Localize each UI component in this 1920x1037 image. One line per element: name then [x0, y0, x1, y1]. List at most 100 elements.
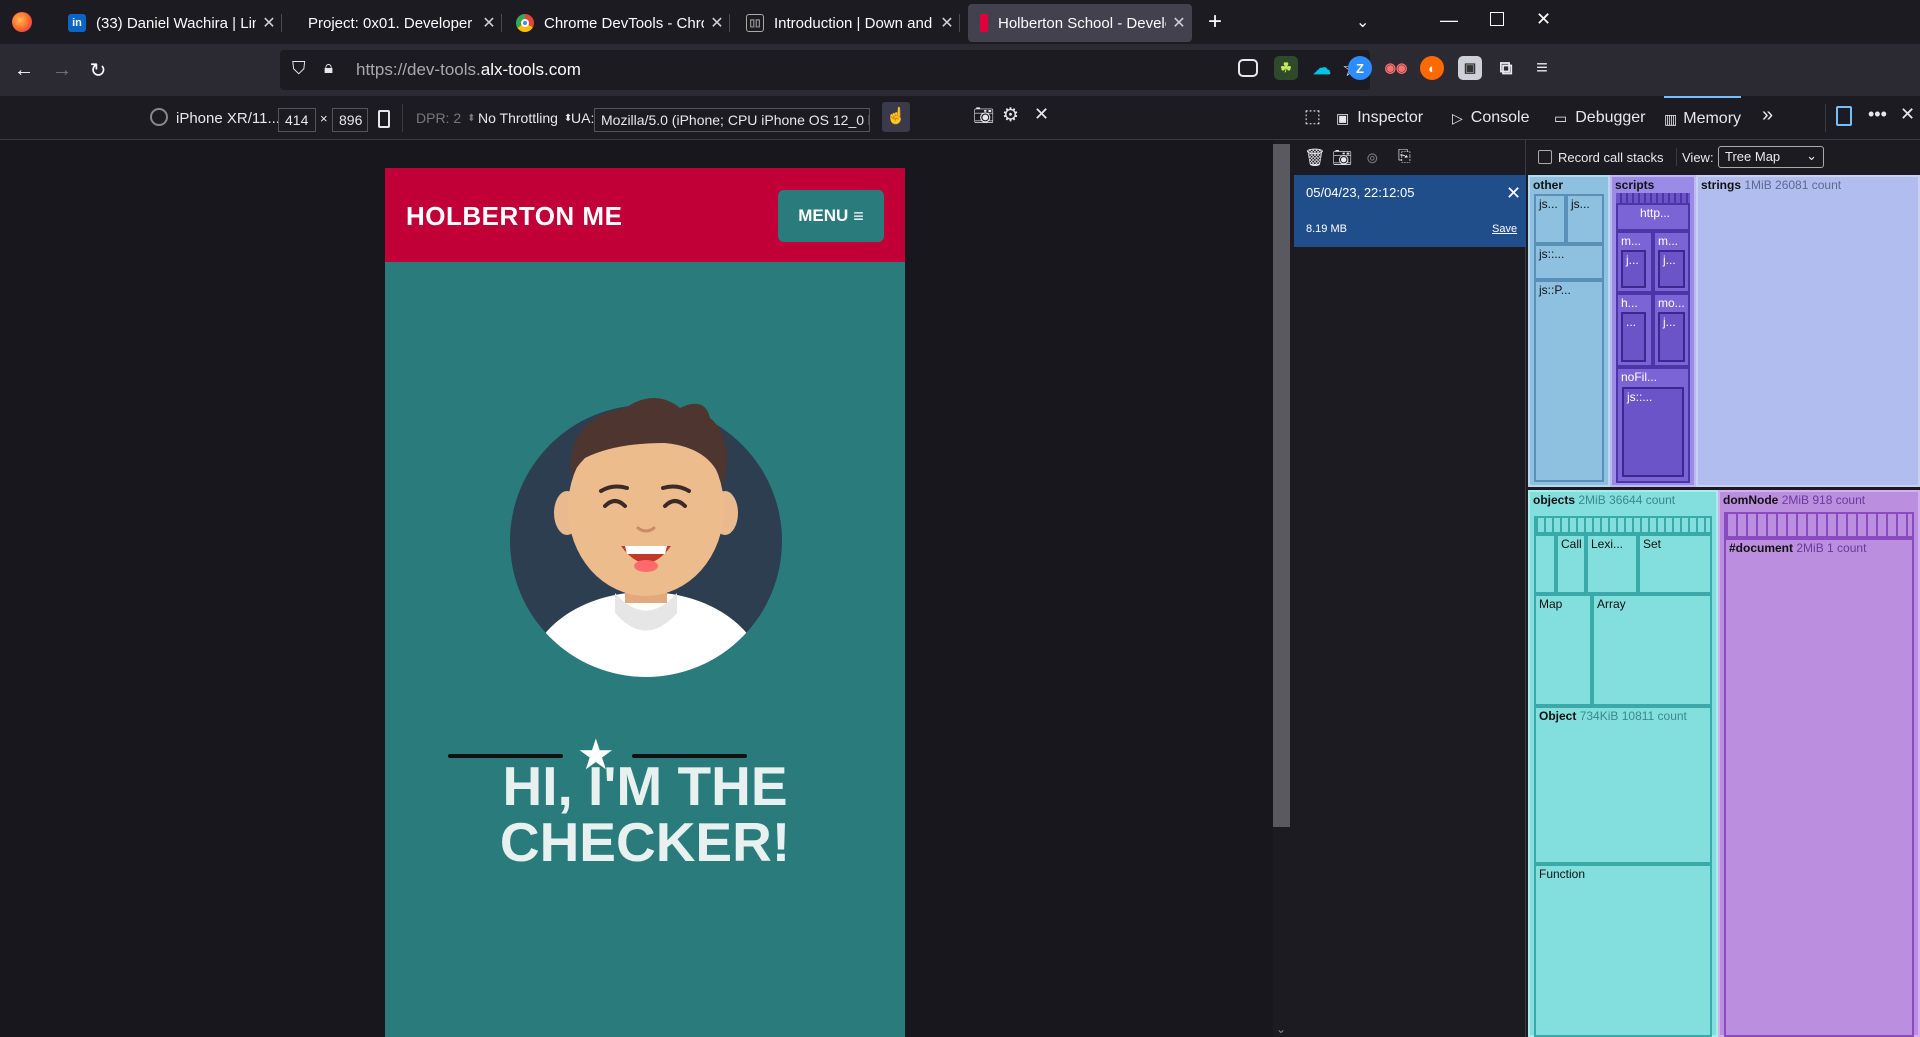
headline-line-2: CHECKER! — [499, 811, 791, 873]
take-snapshot-camera-icon[interactable]: 📷︎ — [1332, 148, 1352, 168]
save-snapshot-link[interactable]: Save — [1492, 223, 1517, 235]
dpr-selector[interactable]: DPR: 2 ⬍ — [416, 104, 476, 132]
treemap-node-map[interactable]: Map — [1534, 594, 1592, 706]
site-header: HOLBERTON ME MENU ≡ — [385, 168, 905, 262]
treemap-node-call[interactable]: Call — [1556, 534, 1586, 594]
new-tab-button[interactable]: + — [1204, 8, 1226, 36]
lock-icon[interactable]: 🔒︎ — [324, 58, 333, 78]
import-snapshot-icon[interactable]: ⎘ — [1398, 148, 1411, 166]
record-call-stacks-checkbox[interactable] — [1538, 150, 1552, 164]
treemap-node[interactable]: js::P... — [1534, 280, 1604, 482]
minimize-icon[interactable]: — — [1440, 10, 1458, 31]
treemap-scripts-small-nodes[interactable] — [1616, 193, 1690, 203]
treemap-strings-meta: 1MiB 26081 count — [1744, 178, 1842, 192]
responsive-mode-icon[interactable] — [1836, 106, 1852, 126]
window-close-icon[interactable]: ✕ — [1536, 9, 1551, 30]
pocket-icon[interactable] — [1238, 59, 1258, 77]
tracking-shield-icon[interactable]: ⛉ — [292, 58, 306, 79]
throttling-label: No Throttling — [478, 110, 558, 126]
treemap-node[interactable]: js... — [1534, 194, 1566, 244]
avatar-illustration — [510, 398, 782, 677]
treemap-document-meta: 2MiB 1 count — [1796, 541, 1867, 555]
snapshot-size: 8.19 MB — [1306, 223, 1347, 235]
view-label: View: — [1682, 150, 1714, 165]
treemap-node-lexi[interactable]: Lexi... — [1586, 534, 1638, 594]
treemap-node[interactable]: http... — [1616, 203, 1690, 231]
list-all-tabs-icon[interactable]: ⌄ — [1356, 12, 1369, 32]
close-rdm-icon[interactable]: ✕ — [1034, 104, 1049, 125]
responsive-design-toolbar: iPhone XR/11... ⬍ 414 × 896 DPR: 2 ⬍ No T… — [0, 96, 1290, 140]
close-icon[interactable]: ✕ — [476, 13, 502, 33]
close-icon[interactable]: ✕ — [934, 13, 960, 33]
rotate-device-icon[interactable] — [378, 110, 390, 128]
throttling-selector[interactable]: No Throttling ⬍ — [478, 104, 572, 132]
hero-headline: HI, I'M THE CHECKER! — [385, 758, 905, 870]
treemap-objects-small-nodes[interactable] — [1534, 516, 1712, 534]
treemap-node[interactable]: j... — [1658, 250, 1685, 288]
scroll-down-icon[interactable]: ⌄ — [1276, 1022, 1286, 1036]
extension-grey-icon[interactable]: ▣ — [1458, 56, 1482, 80]
glasses-extension-icon[interactable]: ◉◉ — [1384, 56, 1408, 80]
cloud-icon[interactable]: ☁ — [1310, 56, 1334, 80]
menu-button[interactable]: MENU ≡ — [778, 190, 884, 242]
more-options-icon[interactable]: ••• — [1868, 104, 1887, 125]
treemap-node[interactable]: js... — [1566, 194, 1604, 244]
extensions-puzzle-icon[interactable]: ⧉ — [1494, 56, 1518, 80]
tab-chrome-devtools[interactable]: Chrome DevTools - Chrome De ✕ — [504, 4, 730, 42]
hamburger-menu-icon[interactable]: ≡ — [1530, 56, 1554, 80]
url-bar[interactable]: ⛉ 🔒︎ https://dev-tools.alx-tools.com ☆ — [280, 50, 1370, 90]
viewport-scrollbar-thumb[interactable] — [1273, 144, 1290, 827]
zoom-icon[interactable]: Z — [1348, 56, 1372, 80]
treemap-node-array[interactable]: Array — [1592, 594, 1712, 706]
treemap-node[interactable]: ... — [1621, 312, 1646, 362]
extension-green-icon[interactable]: ☘ — [1274, 56, 1298, 80]
screenshot-camera-icon[interactable]: 📷︎ — [973, 106, 995, 126]
tab-holberton[interactable]: Holberton School - Developer t ✕ — [968, 4, 1192, 42]
snapshot-item[interactable]: 05/04/23, 22:12:05 ✕ 8.19 MB Save — [1294, 175, 1526, 247]
treemap-node-object[interactable]: Object 734KiB 10811 count — [1534, 706, 1712, 864]
clear-snapshots-trash-icon[interactable]: 🗑︎ — [1304, 148, 1326, 168]
treemap-strings[interactable]: strings 1MiB 26081 count — [1696, 175, 1920, 487]
tab-memory[interactable]: ▥ Memory — [1664, 96, 1742, 140]
viewport-height-input[interactable]: 896 — [332, 108, 368, 132]
treemap-object-meta: 734KiB 10811 count — [1579, 709, 1687, 723]
touch-simulation-icon[interactable]: ☝ — [882, 102, 910, 132]
duckduckgo-icon[interactable]: ◐ — [1420, 56, 1444, 80]
more-tabs-chevron-icon[interactable]: » — [1762, 104, 1773, 127]
treemap-node[interactable]: js::... — [1534, 244, 1604, 280]
user-agent-input[interactable]: Mozilla/5.0 (iPhone; CPU iPhone OS 12_0 … — [594, 108, 870, 132]
close-icon[interactable]: ✕ — [704, 13, 730, 33]
url-text[interactable]: https://dev-tools.alx-tools.com — [356, 60, 581, 80]
tab-introduction[interactable]: ▯▯ Introduction | Down and Dirty w ✕ — [734, 4, 960, 42]
restore-icon[interactable] — [1490, 12, 1504, 26]
treemap-domnode-small-nodes[interactable] — [1724, 512, 1914, 538]
back-icon[interactable]: ← — [8, 54, 40, 86]
tab-linkedin[interactable]: in (33) Daniel Wachira | LinkedIn ✕ — [56, 4, 282, 42]
treemap-node-function[interactable]: Function — [1534, 864, 1712, 1037]
tab-project[interactable]: Project: 0x01. Developer tools | ✕ — [286, 4, 502, 42]
settings-gear-icon[interactable]: ⚙ — [1002, 104, 1019, 127]
device-selector[interactable]: iPhone XR/11... ⬍ — [176, 104, 294, 132]
element-picker-icon[interactable]: ⬚ — [1304, 106, 1321, 127]
diff-snapshots-icon[interactable]: ⊚ — [1366, 149, 1379, 167]
view-select[interactable]: Tree Map ⌄ — [1718, 146, 1824, 168]
firefox-menu-icon[interactable] — [12, 12, 32, 32]
viewport-width-input[interactable]: 414 — [278, 108, 316, 132]
delete-snapshot-icon[interactable]: ✕ — [1506, 183, 1521, 204]
tab-inspector[interactable]: ▣ Inspector — [1336, 96, 1423, 140]
close-devtools-icon[interactable]: ✕ — [1900, 104, 1915, 125]
tab-debugger[interactable]: ▭ Debugger — [1554, 96, 1646, 140]
close-icon[interactable]: ✕ — [256, 13, 282, 33]
site-logo[interactable]: HOLBERTON ME — [406, 201, 622, 232]
treemap-node-document[interactable]: #document 2MiB 1 count — [1724, 538, 1914, 1037]
treemap-node[interactable]: js::... — [1622, 387, 1684, 477]
close-icon[interactable]: ✕ — [1166, 13, 1192, 33]
treemap-node-small[interactable] — [1534, 534, 1556, 594]
treemap-node[interactable]: j... — [1658, 312, 1685, 362]
tab-console[interactable]: ▷ Console — [1452, 96, 1529, 140]
treemap-node-set[interactable]: Set — [1638, 534, 1712, 594]
reload-icon[interactable]: ↻ — [82, 54, 114, 86]
tab-debugger-label: Debugger — [1575, 109, 1646, 126]
treemap-node[interactable]: j... — [1621, 250, 1646, 288]
forward-icon[interactable]: → — [46, 54, 78, 86]
